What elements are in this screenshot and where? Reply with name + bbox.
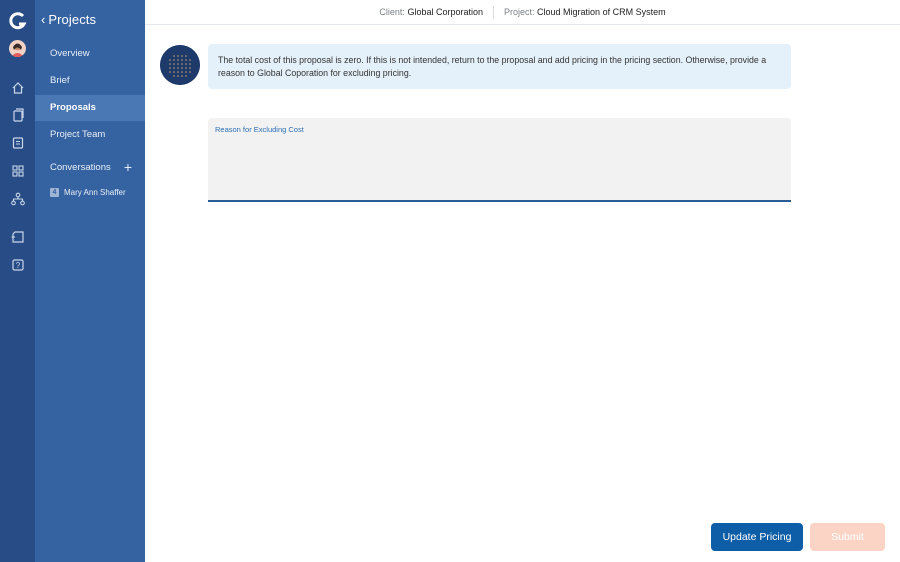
help-icon[interactable]: ? [10, 257, 26, 273]
notes-icon[interactable] [10, 135, 26, 151]
conversations-label: Conversations [50, 161, 111, 173]
header-divider [493, 5, 494, 19]
sidebar-item-brief[interactable]: Brief [35, 68, 145, 94]
chevron-left-icon: ‹ [41, 11, 46, 27]
conversation-badge: 4 [50, 188, 59, 197]
avatar[interactable] [9, 40, 26, 57]
sidebar-item-project-team[interactable]: Project Team [35, 122, 145, 148]
home-icon[interactable] [10, 80, 26, 96]
reason-textarea[interactable] [215, 138, 784, 196]
project-value: Cloud Migration of CRM System [537, 7, 666, 17]
assistant-avatar-icon [160, 45, 200, 85]
conversation-item[interactable]: 4 Mary Ann Shaffer [50, 188, 126, 197]
submit-button[interactable]: Submit [810, 523, 885, 551]
projects-sidebar: ‹ Projects Overview Brief Proposals Proj… [35, 0, 145, 562]
client-value: Global Corporation [407, 7, 483, 17]
document-icon[interactable] [10, 107, 26, 123]
folder-icon[interactable] [10, 229, 26, 245]
client-info: Client: Global Corporation [379, 7, 483, 17]
project-info: Project: Cloud Migration of CRM System [504, 7, 666, 17]
reason-field-label: Reason for Excluding Cost [215, 125, 304, 134]
zero-cost-message: The total cost of this proposal is zero.… [208, 44, 791, 89]
svg-text:?: ? [16, 261, 21, 270]
update-pricing-button[interactable]: Update Pricing [711, 523, 803, 551]
project-label: Project: [504, 7, 535, 17]
projects-back-link[interactable]: ‹ Projects [41, 12, 96, 27]
conversations-header: Conversations + [50, 160, 132, 174]
sidebar-title: Projects [48, 12, 97, 27]
g-logo-icon[interactable] [9, 11, 27, 31]
grid-icon[interactable] [10, 163, 26, 179]
add-conversation-icon[interactable]: + [124, 160, 132, 174]
sidebar-item-proposals[interactable]: Proposals [35, 95, 145, 121]
client-label: Client: [379, 7, 405, 17]
reason-field[interactable]: Reason for Excluding Cost [208, 118, 791, 202]
conversation-name: Mary Ann Shaffer [64, 188, 126, 197]
icon-rail: ? [0, 0, 35, 562]
sidebar-item-overview[interactable]: Overview [35, 41, 145, 67]
context-header: Client: Global Corporation Project: Clou… [145, 0, 900, 25]
org-chart-icon[interactable] [10, 191, 26, 207]
